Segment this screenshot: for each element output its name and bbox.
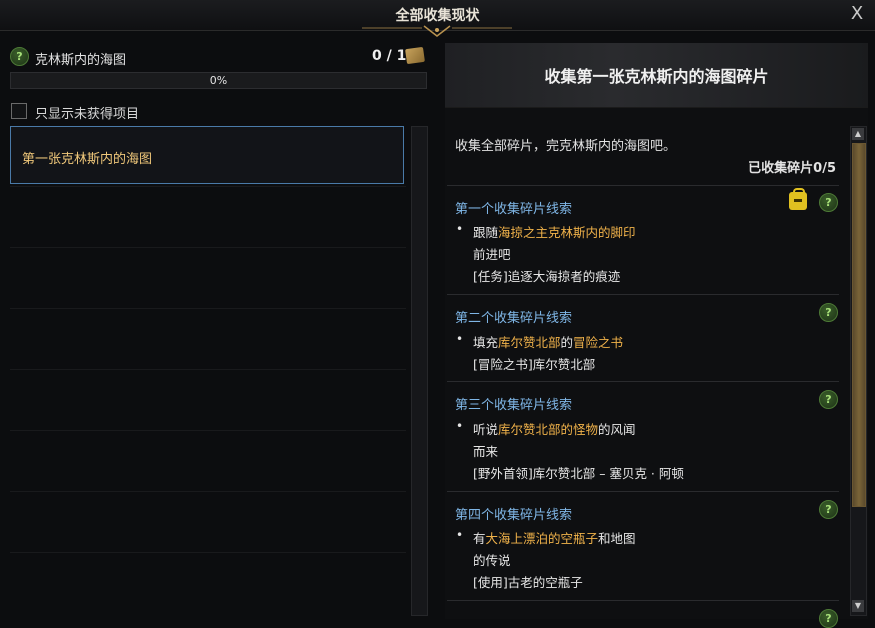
list-item-label: 第一张克林斯内的海图	[22, 152, 153, 167]
clue-line: 填充库尔赞北部的冒险之书	[473, 335, 624, 350]
list-item-selected[interactable]: 第一张克林斯内的海图	[10, 126, 404, 184]
list-row	[10, 431, 406, 492]
clue-line: 前进吧	[473, 247, 511, 262]
scroll-up-icon[interactable]: ▲	[852, 128, 864, 140]
clue-title: 第一个收集碎片线索	[455, 202, 573, 217]
clue-source: [冒险之书]库尔赞北部	[473, 357, 596, 372]
clue-line: 跟随海掠之主克林斯内的脚印	[473, 225, 636, 240]
filter-checkbox-label[interactable]: 只显示未获得项目	[35, 103, 139, 122]
help-question-icon[interactable]: ?	[819, 193, 838, 212]
bullet: •	[456, 332, 464, 346]
clue-title: 第四个收集碎片线索	[455, 508, 573, 523]
map-list: 第一张克林斯内的海图	[10, 126, 406, 616]
detail-banner: 收集第一张克林斯内的海图碎片	[445, 43, 868, 108]
clue-source: [任务]追逐大海掠者的痕迹	[473, 269, 621, 284]
right-scrollbar[interactable]: ▲ ▼	[850, 126, 867, 616]
scroll-down-icon[interactable]: ▼	[852, 600, 864, 612]
left-scrollbar[interactable]	[411, 126, 428, 616]
filter-checkbox[interactable]	[11, 103, 27, 119]
progress-bar: 0%	[10, 72, 427, 89]
clue-line: 听说库尔赞北部的怪物的风闻	[473, 422, 636, 437]
collection-count: 0 / 1	[372, 48, 407, 64]
map-scroll-icon	[405, 46, 425, 65]
help-question-icon[interactable]: ?	[819, 390, 838, 409]
divider	[447, 491, 839, 492]
map-name: 克林斯内的海图	[35, 53, 127, 68]
list-row	[10, 492, 406, 553]
close-button[interactable]: X	[847, 4, 867, 24]
progress-text: 0%	[209, 74, 228, 87]
clue-line: 有大海上漂泊的空瓶子和地图	[473, 531, 636, 546]
help-question-icon[interactable]: ?	[10, 47, 29, 66]
bullet: •	[456, 419, 464, 433]
divider	[447, 185, 839, 186]
clue-title: 第二个收集碎片线索	[455, 311, 573, 326]
list-row	[10, 248, 406, 309]
clue-title: 第三个收集碎片线索	[455, 398, 573, 413]
clue-source: [野外首领]库尔赞北部 – 塞贝克 · 阿顿	[473, 466, 684, 481]
help-question-icon[interactable]: ?	[819, 303, 838, 322]
title-bar: 全部收集现状 X	[0, 0, 875, 37]
bullet: •	[456, 528, 464, 542]
collected-count: 已收集碎片0/5	[748, 161, 836, 176]
list-row	[10, 309, 406, 370]
clue-line: 而来	[473, 444, 499, 459]
clue-line: 的传说	[473, 553, 511, 568]
detail-description: 收集全部碎片，完克林斯内的海图吧。	[455, 139, 677, 154]
detail-title: 收集第一张克林斯内的海图碎片	[544, 67, 769, 86]
bullet: •	[456, 222, 464, 236]
list-row	[10, 187, 406, 248]
divider	[447, 294, 839, 295]
bag-icon[interactable]	[789, 188, 807, 210]
divider	[447, 600, 839, 601]
clue-source: [使用]古老的空瓶子	[473, 575, 583, 590]
detail-panel: 收集第一张克林斯内的海图碎片 收集全部碎片，完克林斯内的海图吧。 已收集碎片0/…	[445, 43, 868, 628]
help-question-icon[interactable]: ?	[819, 500, 838, 519]
divider	[447, 381, 839, 382]
title-ornament-icon	[362, 25, 512, 37]
help-question-icon[interactable]: ?	[819, 609, 838, 628]
scroll-thumb[interactable]	[852, 143, 866, 507]
window-title: 全部收集现状	[395, 8, 480, 24]
list-row	[10, 370, 406, 431]
